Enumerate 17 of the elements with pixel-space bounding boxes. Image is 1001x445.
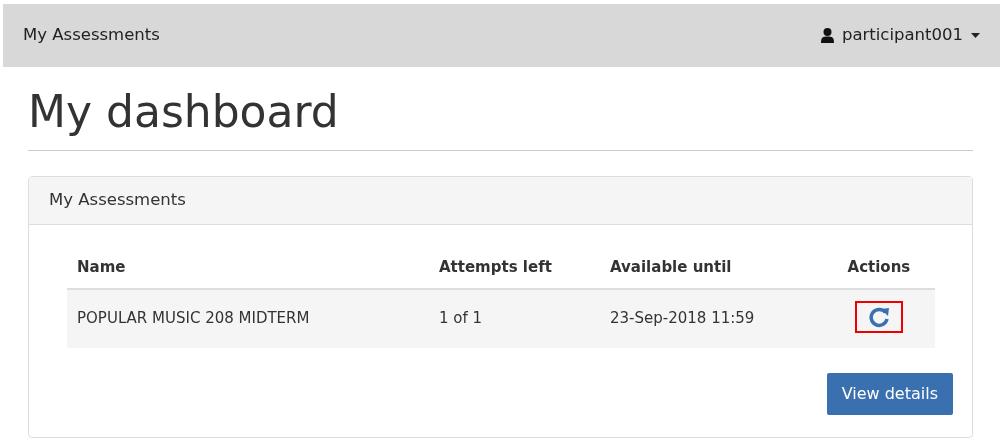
view-details-button[interactable]: View details (826, 372, 953, 415)
table-cell: 23-Sep-2018 11:59 (600, 288, 823, 348)
table-cell: 1 of 1 (429, 288, 600, 348)
navbar-brand[interactable]: My Assessments (23, 23, 160, 48)
refresh-icon (867, 305, 890, 328)
retake-button[interactable] (856, 302, 901, 331)
table-cell: POPULAR MUSIC 208 MIDTERM (67, 288, 429, 348)
column-header: Available until (600, 246, 823, 289)
column-header: Attempts left (429, 246, 600, 289)
user-menu[interactable]: participant001 (820, 23, 980, 48)
page-title: My dashboard (28, 87, 340, 138)
user-name: participant001 (841, 24, 963, 47)
column-header: Actions (822, 246, 935, 289)
column-header: Name (67, 246, 429, 289)
panel-title: My Assessments (49, 188, 186, 211)
user-icon (820, 28, 834, 43)
caret-icon (971, 33, 980, 38)
